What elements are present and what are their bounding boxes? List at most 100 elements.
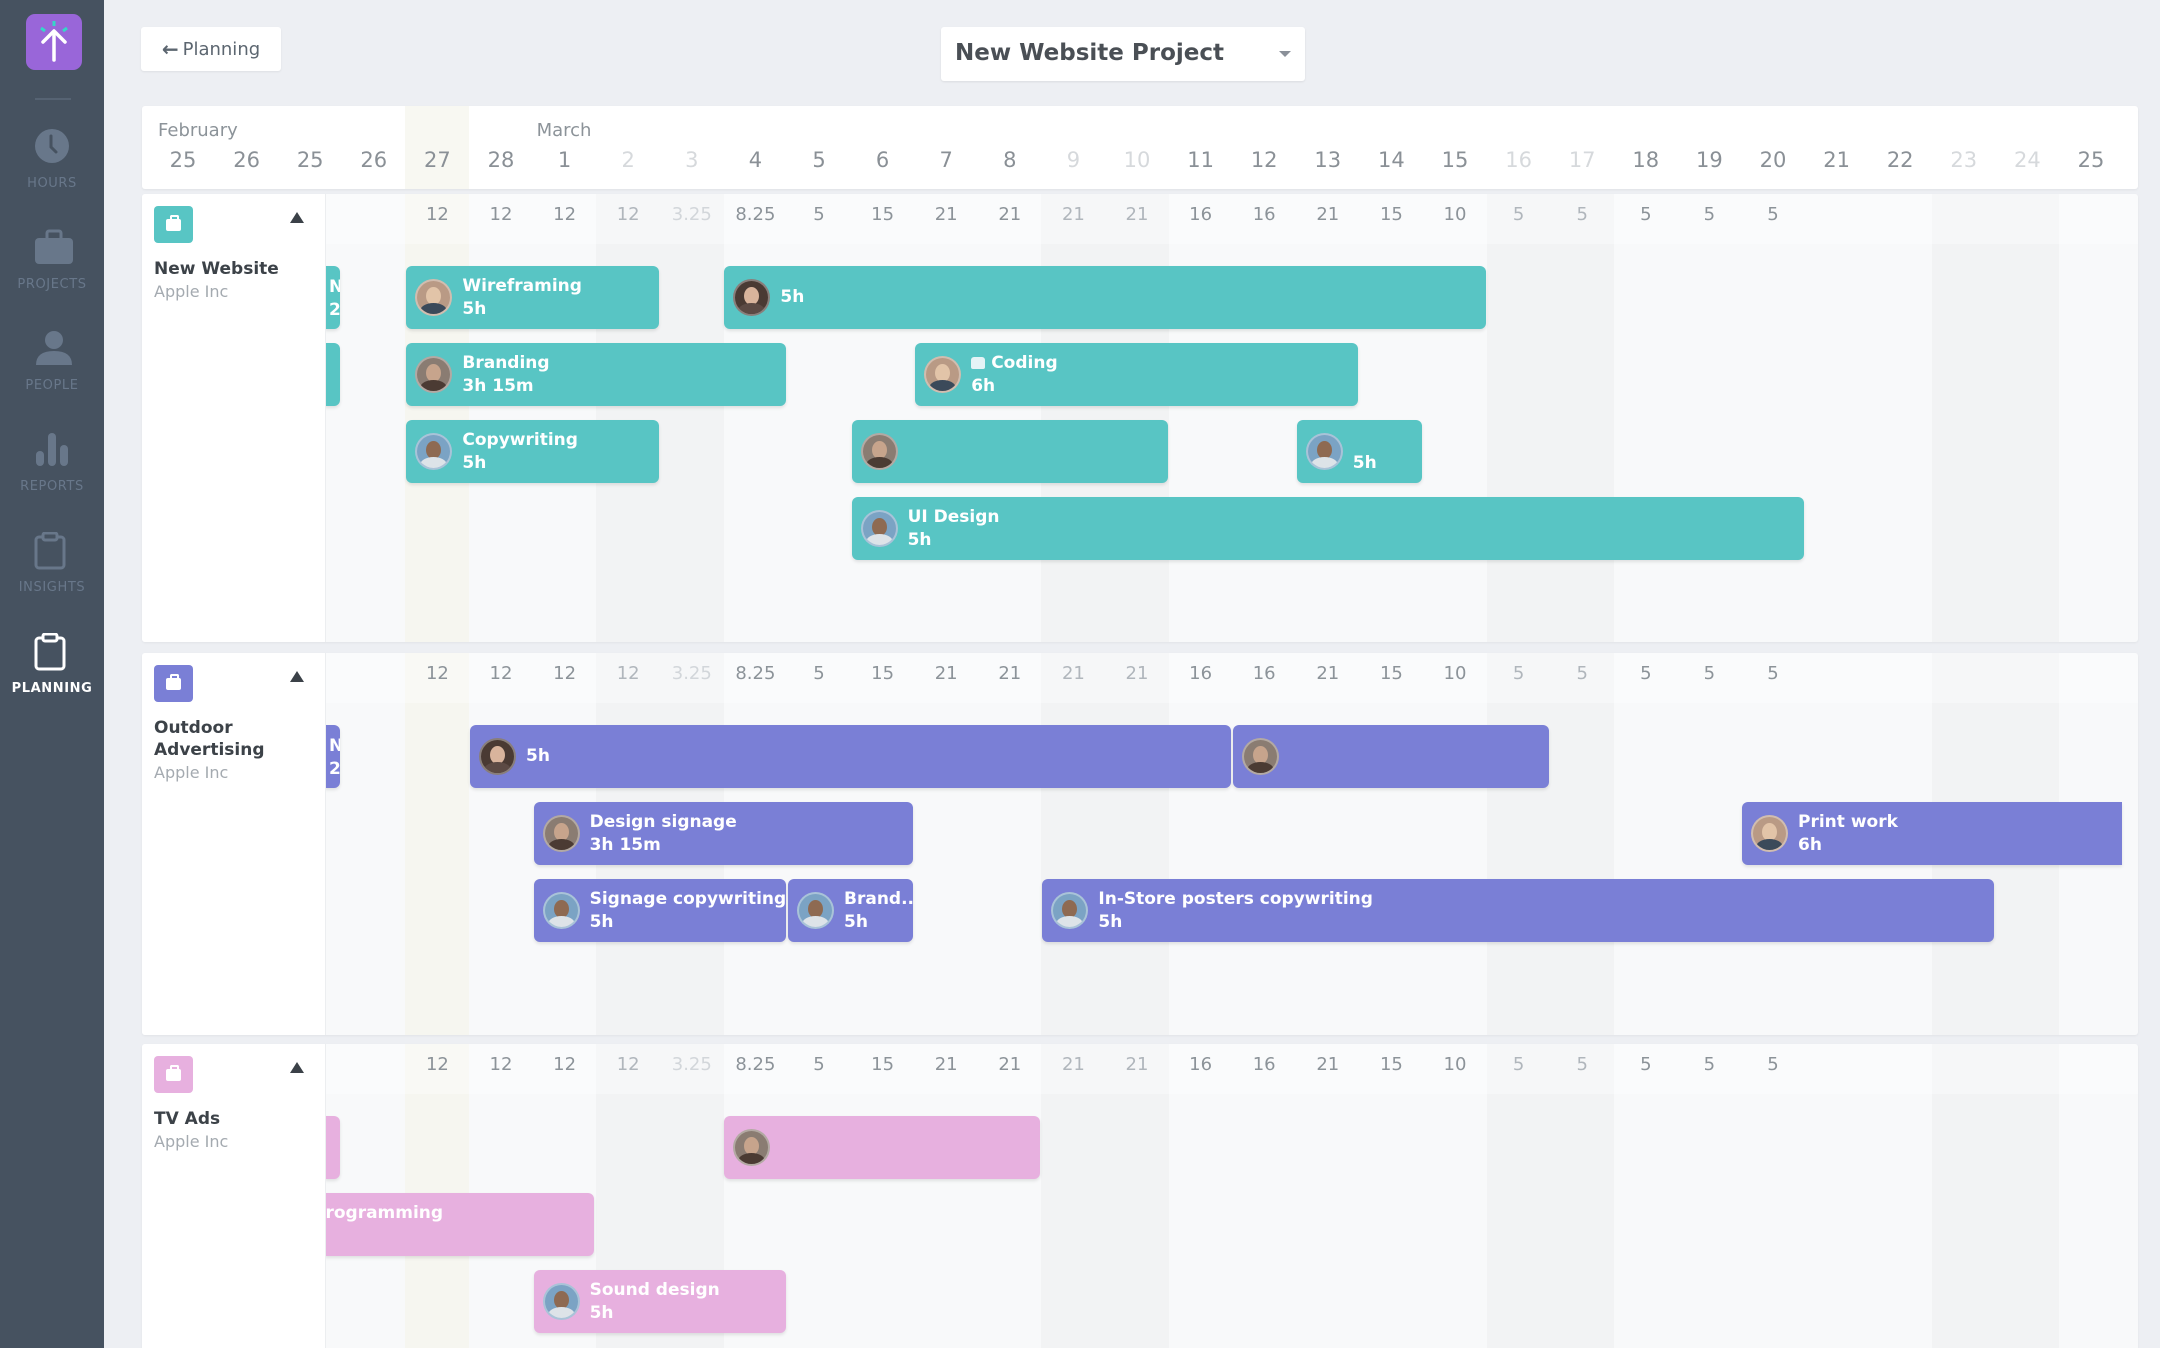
sidebar-item-reports[interactable]: REPORTS [0,431,104,521]
task-bar[interactable]: N2 [325,266,340,329]
day-header[interactable]: 15 [1423,148,1487,172]
assignee-avatar[interactable] [415,433,453,470]
daily-hours: 5 [1703,204,1716,225]
project-name[interactable]: TV Ads [154,1108,319,1130]
day-header[interactable]: 11 [1169,148,1233,172]
assignee-avatar[interactable] [542,815,580,852]
day-header[interactable]: 18 [1614,148,1678,172]
day-header[interactable]: 5 [787,148,851,172]
day-header[interactable]: 21 [1805,148,1869,172]
task-bar[interactable]: Brand... 5h [788,879,914,942]
assignee-avatar[interactable] [542,892,580,929]
day-header[interactable]: 25 [278,148,342,172]
task-bar[interactable]: Sound design 5h [533,1270,786,1333]
task-bar[interactable]: UI Design 5h [851,497,1804,560]
task-bar[interactable]: Branding 3h 15m [406,343,786,406]
collapse-triangle-icon[interactable] [290,212,304,223]
project-icon[interactable] [154,206,193,243]
assignee-avatar[interactable] [1751,815,1788,852]
daily-hours: 5 [1640,204,1652,225]
app-logo[interactable] [26,14,82,70]
day-header[interactable]: 14 [1359,148,1423,172]
sidebar-item-planning[interactable]: PLANNING [0,632,104,723]
task-bar[interactable]: 5h [724,266,1486,329]
project-name[interactable]: Outdoor Advertising [154,717,274,761]
day-header[interactable]: 16 [1487,148,1551,172]
task-bar[interactable] [724,1116,1041,1179]
assignee-avatar[interactable] [860,510,898,547]
day-header[interactable]: 2 [596,148,660,172]
assignee-avatar[interactable] [733,279,771,316]
collapse-triangle-icon[interactable] [290,1062,304,1073]
collapse-triangle-icon[interactable] [290,671,304,682]
day-header[interactable]: 9 [1041,148,1105,172]
day-header[interactable]: 26 [215,148,279,172]
day-header[interactable]: 20 [1741,148,1805,172]
sidebar-item-projects[interactable]: PROJECTS [0,229,104,319]
task-duration: 5h [780,287,805,307]
day-header[interactable]: 7 [914,148,978,172]
day-header[interactable]: 28 [469,148,533,172]
day-header[interactable]: 8 [978,148,1042,172]
assignee-avatar[interactable] [542,1283,580,1320]
assignee-avatar[interactable] [479,738,516,775]
project-select[interactable]: New Website Project [941,27,1305,81]
day-header[interactable]: 13 [1296,148,1360,172]
task-bar[interactable]: Signage copywriting 5h [533,879,786,942]
day-header[interactable]: 24 [1995,148,2059,172]
sidebar: HOURS PROJECTS PEOPLE REPORTS INSIGHTS PLANNI… [0,0,104,1348]
assignee-avatar[interactable] [415,279,453,316]
task-bar[interactable] [1233,725,1550,788]
briefcase-icon [166,215,181,231]
sidebar-item-people[interactable]: PEOPLE [0,330,104,420]
task-bar[interactable] [325,1116,340,1179]
day-header[interactable]: 25 [151,148,215,172]
task-bar[interactable]: Print work 6h [1742,802,2122,865]
sidebar-item-hours[interactable]: HOURS [0,128,104,218]
daily-hours: 3.25 [671,204,712,225]
task-bar[interactable]: Design signage 3h 15m [533,802,914,865]
assignee-avatar[interactable] [860,433,898,470]
daily-hours: 21 [1061,663,1085,684]
task-bar[interactable]: In-Store posters copywriting 5h [1042,879,1995,942]
project-icon[interactable] [154,665,193,702]
day-header[interactable]: 1 [533,148,597,172]
day-header[interactable]: 6 [851,148,915,172]
assignee-avatar[interactable] [733,1129,771,1166]
daily-hours: 5 [1767,204,1779,225]
assignee-avatar[interactable] [415,356,453,393]
day-header[interactable]: 27 [405,148,469,172]
project-name[interactable]: New Website [154,258,319,280]
task-bar[interactable]: Programming [325,1193,595,1256]
task-bar[interactable]: Wireframing 5h [406,266,659,329]
daily-hours: 21 [998,1054,1022,1075]
task-bar[interactable]: Coding 6h [915,343,1359,406]
day-header[interactable]: 4 [723,148,787,172]
task-bar[interactable]: 5h [1296,420,1422,483]
back-to-planning-button[interactable]: ← Planning [141,27,281,71]
assignee-avatar[interactable] [924,356,962,393]
weekend-column [1105,653,1169,1035]
day-header[interactable]: 19 [1677,148,1741,172]
day-header[interactable]: 12 [1232,148,1296,172]
task-bar[interactable]: N2 [325,725,340,788]
assignee-avatar[interactable] [1242,738,1280,775]
task-bar[interactable]: 5h [470,725,1232,788]
avatar-body [547,916,575,927]
task-bar[interactable] [325,343,340,406]
assignee-avatar[interactable] [1051,892,1089,929]
project-icon[interactable] [154,1056,193,1093]
day-header[interactable]: 10 [1105,148,1169,172]
assignee-avatar[interactable] [1305,433,1343,470]
person-icon [34,330,72,370]
task-bar[interactable]: Copywriting 5h [406,420,659,483]
sidebar-item-insights[interactable]: INSIGHTS [0,531,104,622]
day-header[interactable]: 3 [660,148,724,172]
day-header[interactable]: 26 [342,148,406,172]
day-header[interactable]: 22 [1868,148,1932,172]
day-header[interactable]: 17 [1550,148,1614,172]
day-header[interactable]: 25 [2059,148,2123,172]
day-header[interactable]: 23 [1932,148,1996,172]
assignee-avatar[interactable] [797,892,834,929]
task-bar[interactable] [851,420,1168,483]
